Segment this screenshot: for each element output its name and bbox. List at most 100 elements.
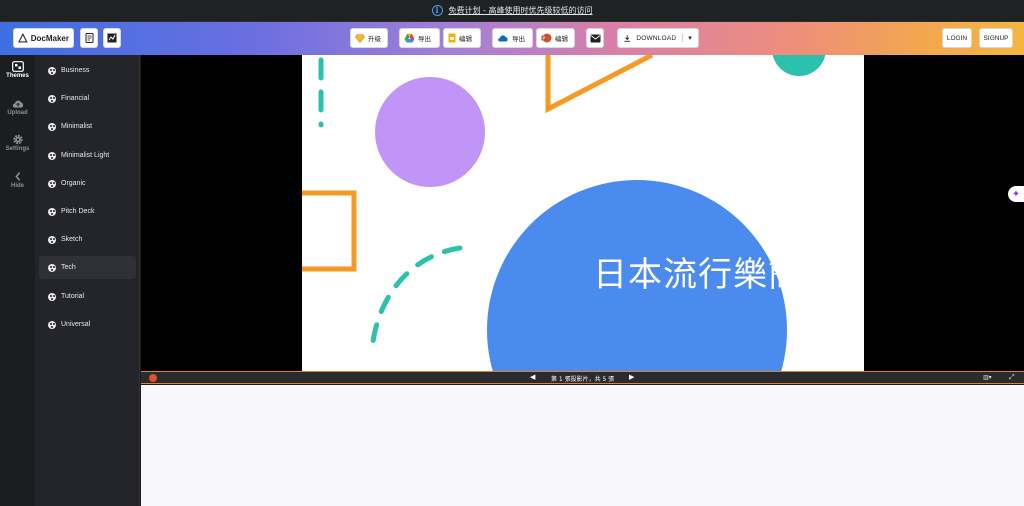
left-rail: Themes Upload Settings Hide	[0, 55, 35, 506]
palette-icon	[48, 320, 56, 329]
next-slide-button[interactable]: ▶	[629, 373, 634, 381]
theme-label: Tech	[61, 264, 76, 271]
rail-item-themes[interactable]: Themes	[0, 61, 35, 79]
login-button[interactable]: LOGIN	[942, 28, 972, 48]
download-label: DOWNLOAD	[636, 34, 677, 42]
slide-viewer: 日本流行樂簡報	[141, 55, 1024, 371]
onedrive-export-label: 导出	[512, 36, 525, 43]
gdrive-export-button[interactable]: 导出	[399, 28, 440, 48]
caret-down-icon[interactable]: ▾	[682, 34, 692, 42]
rail-item-upload[interactable]: Upload	[0, 98, 35, 116]
palette-icon	[48, 235, 56, 244]
palette-icon	[48, 207, 56, 216]
login-label: LOGIN	[946, 34, 968, 42]
slide-canvas[interactable]: 日本流行樂簡報	[302, 55, 864, 371]
palette-icon	[48, 66, 56, 75]
info-icon: i	[431, 5, 443, 16]
theme-item-financial[interactable]: Financial	[39, 87, 136, 110]
logo-label: DocMaker	[30, 33, 69, 43]
theme-label: Pitch Deck	[61, 208, 95, 215]
theme-item-minimalist-light[interactable]: Minimalist Light	[39, 144, 136, 167]
chart-icon	[107, 33, 117, 43]
theme-item-minimalist[interactable]: Minimalist	[39, 115, 136, 138]
docmaker-logo-button[interactable]: DocMaker	[13, 28, 74, 48]
document-button[interactable]	[80, 28, 98, 48]
free-plan-link[interactable]: 免费计划 - 高峰使用时优先级较低的访问	[449, 5, 593, 16]
theme-label: Organic	[61, 180, 86, 187]
slide-counter: 第 1 張投影片，共 5 張	[551, 376, 615, 383]
cloud-upload-icon	[12, 100, 23, 108]
powerpoint-edit-label: 编辑	[555, 36, 568, 43]
theme-label: Tutorial	[61, 293, 85, 300]
teal-circle-shape	[772, 55, 826, 76]
themes-icon	[11, 61, 24, 72]
signup-button[interactable]: SIGNUP	[979, 28, 1013, 48]
google-drive-icon	[404, 33, 415, 43]
theme-item-business[interactable]: Business	[39, 59, 136, 82]
download-icon	[624, 34, 630, 42]
purple-circle-shape	[375, 77, 485, 187]
palette-icon	[48, 151, 56, 160]
palette-icon	[48, 263, 56, 272]
upgrade-button[interactable]: 升级	[350, 28, 388, 48]
download-button[interactable]: DOWNLOAD ▾	[617, 28, 699, 48]
orange-square-shape	[302, 190, 357, 272]
theme-item-universal[interactable]: Universal	[39, 313, 136, 336]
onedrive-icon	[498, 35, 508, 42]
theme-item-pitch-deck[interactable]: Pitch Deck	[39, 200, 136, 223]
fullscreen-icon[interactable]: ⤢	[1009, 373, 1015, 382]
svg-text:P: P	[542, 36, 545, 41]
theme-label: Financial	[61, 95, 90, 102]
sparkle-icon: ✦	[1011, 188, 1021, 200]
document-icon	[85, 33, 93, 43]
rail-item-label: Upload	[7, 110, 28, 116]
rail-item-label: Hide	[10, 183, 24, 189]
teal-dashed-arc-shape	[369, 245, 463, 353]
palette-icon	[48, 179, 56, 188]
theme-item-tech[interactable]: Tech	[39, 256, 136, 279]
ai-sparkle-button[interactable]: ✦	[1008, 186, 1024, 202]
rail-item-hide[interactable]: Hide	[0, 171, 35, 189]
docmaker-logo-icon	[18, 33, 28, 43]
onedrive-export-button[interactable]: 导出	[492, 28, 533, 48]
layout-menu-icon[interactable]: ▥▾	[983, 374, 992, 381]
diamond-icon	[355, 33, 365, 43]
theme-item-tutorial[interactable]: Tutorial	[39, 285, 136, 308]
rail-item-label: Themes	[6, 73, 29, 79]
notice-bar: i 免费计划 - 高峰使用时优先级较低的访问	[0, 0, 1024, 22]
office-icon[interactable]	[149, 374, 157, 382]
gear-icon	[12, 134, 23, 145]
palette-icon	[48, 122, 56, 131]
powerpoint-edit-button[interactable]: P 编辑	[536, 28, 575, 48]
toolbar: DocMaker 升级 导出 编辑 导出 P 编辑 DOWNLOAD ▾ LOG…	[0, 22, 1024, 55]
gdrive-export-label: 导出	[418, 36, 431, 43]
gdrive-edit-button[interactable]: 编辑	[443, 28, 481, 48]
palette-icon	[48, 94, 56, 103]
theme-label: Business	[61, 67, 90, 74]
slide-graphics	[302, 55, 826, 371]
themes-panel: Business Financial Minimalist Minimalist…	[35, 55, 140, 506]
signup-label: SIGNUP	[983, 34, 1009, 42]
theme-label: Universal	[61, 321, 91, 328]
slide-title: 日本流行樂簡報	[593, 255, 838, 295]
rail-item-settings[interactable]: Settings	[0, 134, 35, 152]
email-icon	[590, 34, 600, 42]
chart-button[interactable]	[103, 28, 121, 48]
slide-navigation-bar: ◀ 第 1 張投影片，共 5 張 ▶ ▥▾ ⤢	[141, 371, 1024, 384]
rail-item-label: Settings	[5, 146, 30, 152]
upgrade-label: 升级	[368, 36, 381, 43]
theme-label: Minimalist Light	[61, 152, 110, 159]
theme-label: Minimalist	[61, 123, 93, 130]
theme-label: Sketch	[61, 236, 83, 243]
orange-triangle-shape	[545, 55, 654, 114]
email-button[interactable]	[586, 28, 604, 48]
theme-item-organic[interactable]: Organic	[39, 172, 136, 195]
theme-item-sketch[interactable]: Sketch	[39, 228, 136, 251]
google-slides-icon	[448, 33, 456, 43]
previous-slide-button[interactable]: ◀	[530, 373, 535, 381]
notes-area	[141, 385, 1024, 506]
chevron-left-icon	[14, 172, 20, 181]
gdrive-edit-label: 编辑	[459, 36, 472, 43]
powerpoint-icon: P	[541, 33, 552, 43]
palette-icon	[48, 292, 56, 301]
